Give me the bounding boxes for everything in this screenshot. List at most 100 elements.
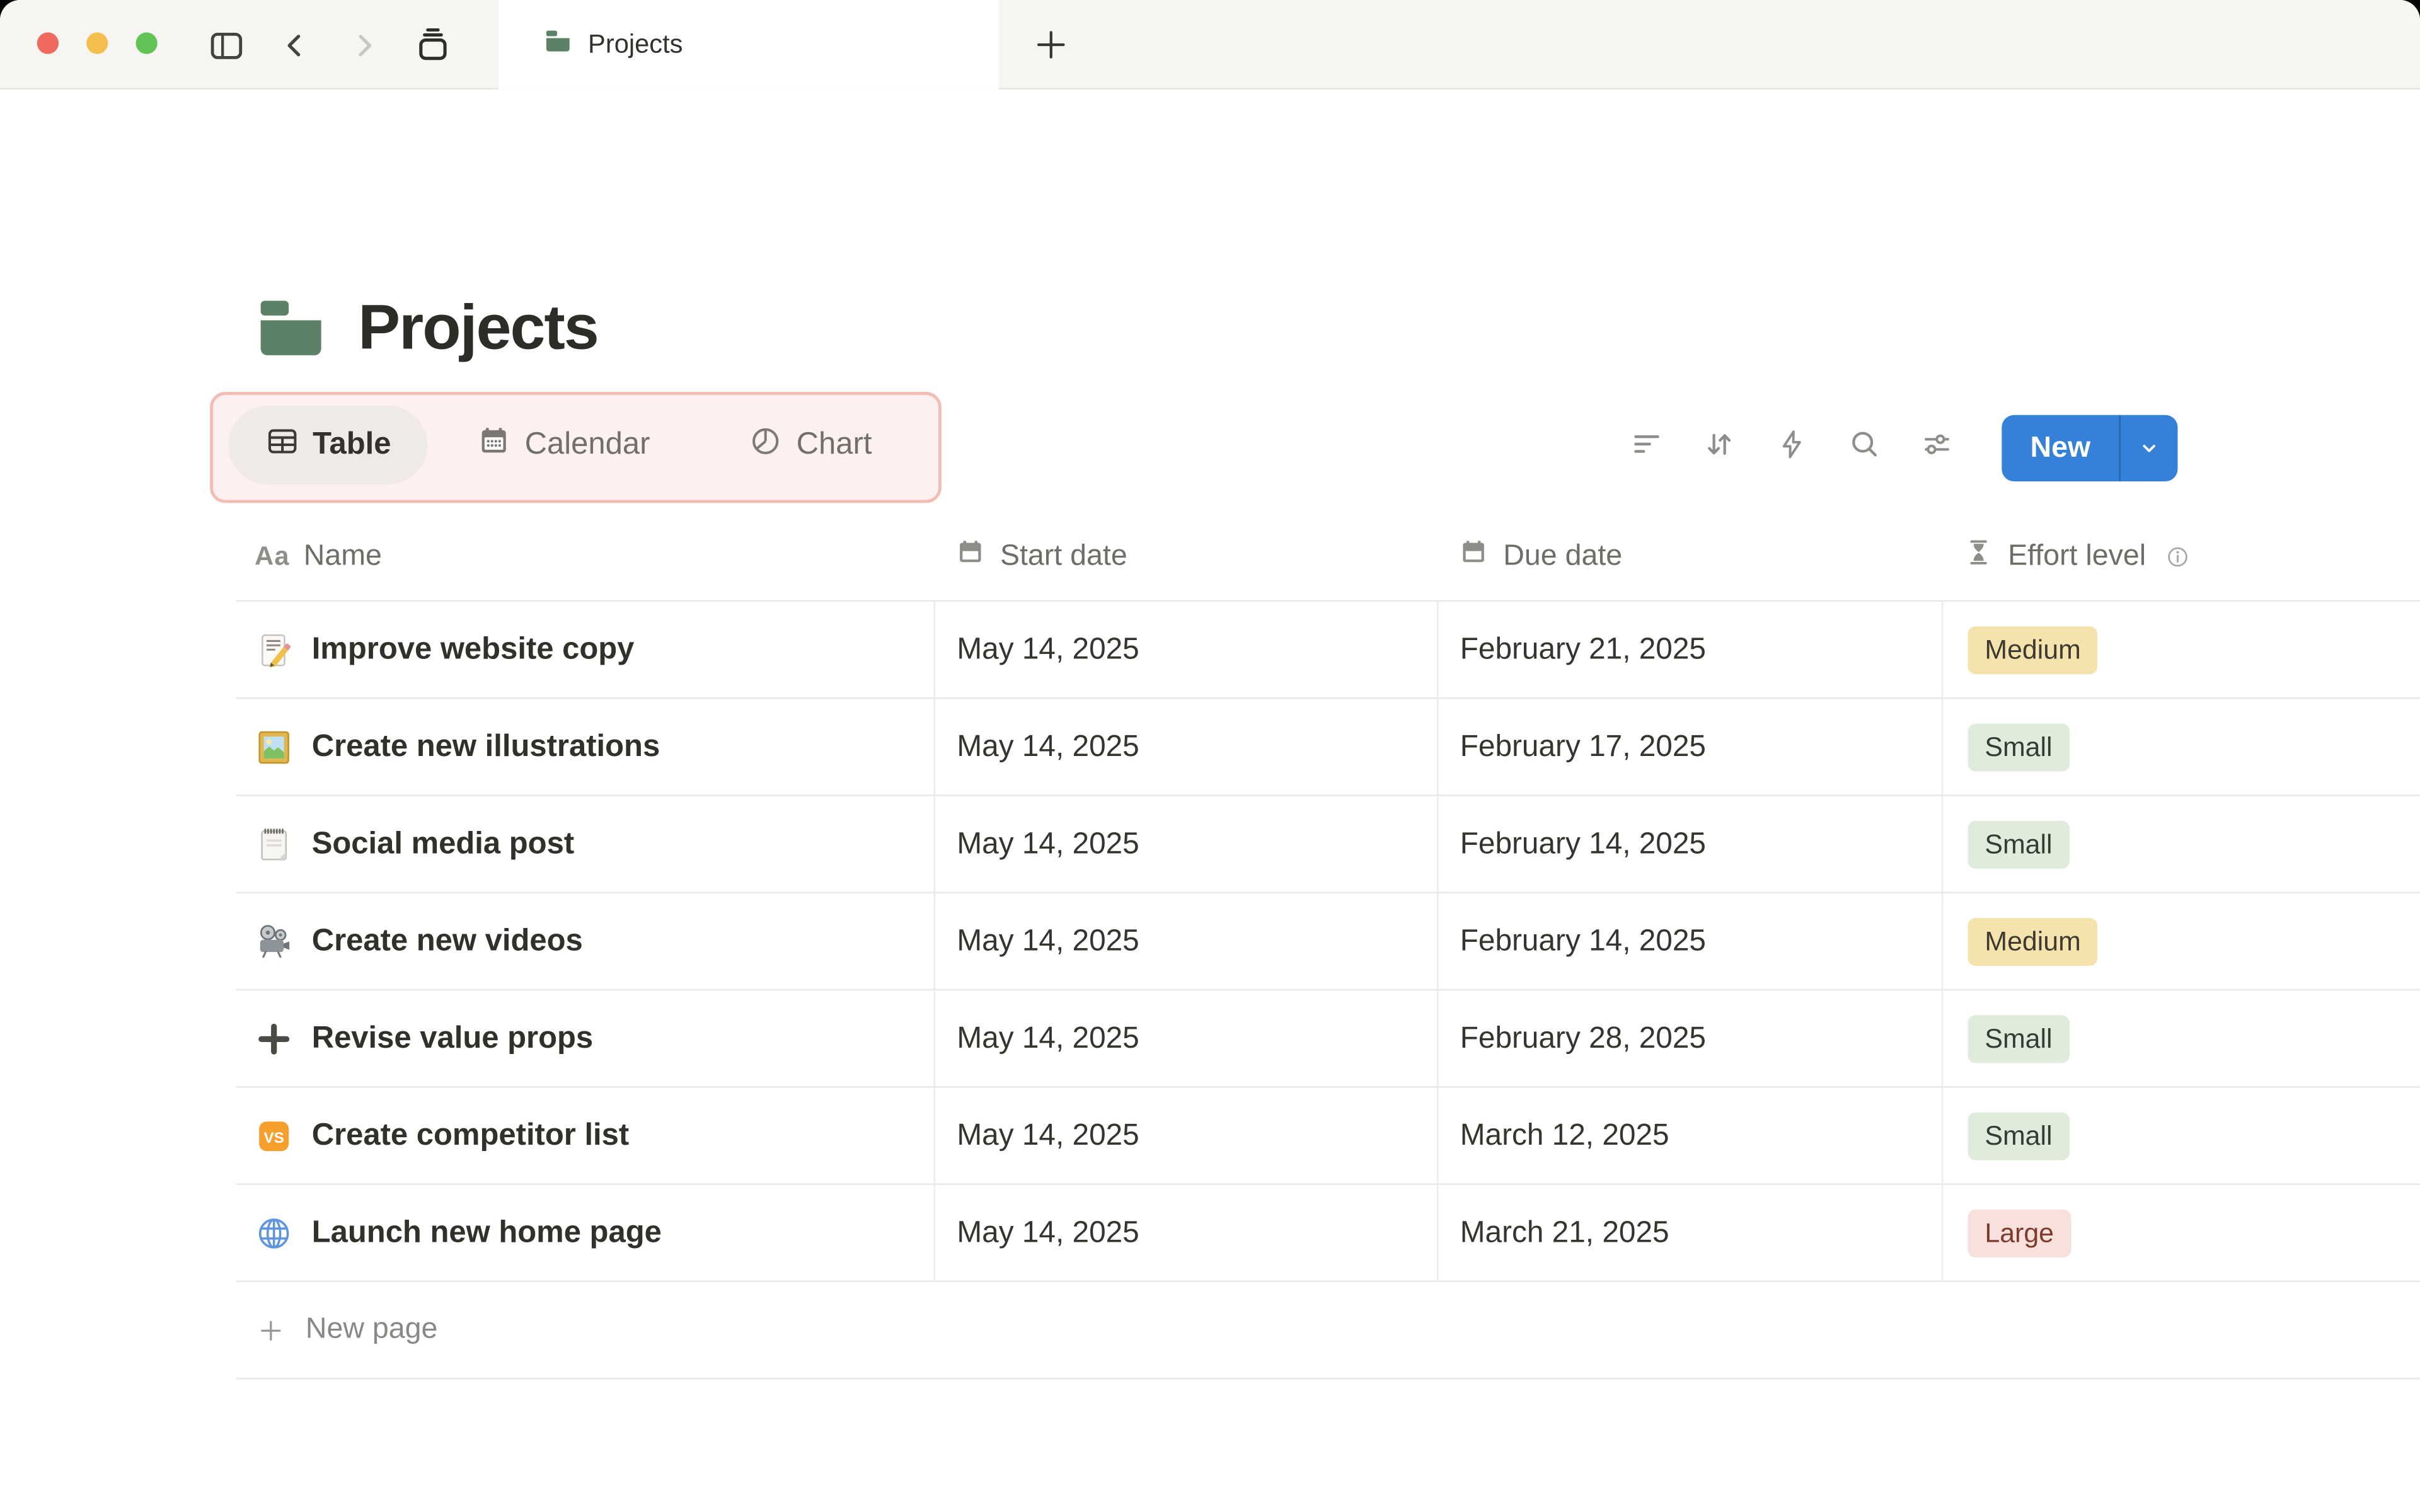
column-header-due-date[interactable]: Due date [1437, 512, 1942, 600]
cell-due-date[interactable]: February 21, 2025 [1437, 602, 1942, 697]
new-page-label: New page [305, 1313, 438, 1346]
table-row[interactable]: Create new illustrations May 14, 2025 Fe… [236, 699, 2420, 796]
desktop: Projects Projects Table Calendar Chart N… [0, 0, 2420, 1512]
filter-icon[interactable] [1630, 427, 1664, 469]
notion-window: Projects Projects Table Calendar Chart N… [0, 0, 2420, 1512]
plus-icon [261, 1320, 281, 1340]
database-toolbar: New [1630, 415, 2178, 482]
calendar-view-icon [477, 424, 511, 466]
view-tab-calendar[interactable]: Calendar [477, 406, 650, 484]
cell-name[interactable]: Create new videos [236, 893, 934, 989]
minimize-window-button[interactable] [86, 32, 108, 54]
plus-icon [258, 1022, 290, 1054]
cell-effort-level[interactable]: Large [1941, 1184, 2420, 1281]
vs-icon: VS [259, 1120, 289, 1150]
back-icon[interactable] [278, 27, 313, 62]
tab-title: Projects [588, 29, 683, 59]
framed-picture-icon [258, 730, 289, 764]
window-controls [37, 32, 158, 54]
view-tab-label: Chart [796, 427, 872, 462]
cell-start-date[interactable]: May 14, 2025 [933, 699, 1437, 795]
table-row[interactable]: Social media post May 14, 2025 February … [236, 796, 2420, 893]
cell-effort-level[interactable]: Small [1941, 699, 2420, 795]
calendar-icon [1458, 536, 1489, 576]
column-header-effort-level[interactable]: Effort level [1942, 512, 2420, 600]
sidebar-toggle-icon[interactable] [207, 25, 245, 64]
effort-badge: Small [1968, 723, 2070, 771]
cell-name[interactable]: Revise value props [236, 990, 934, 1086]
tabs-overview-icon[interactable] [413, 25, 452, 64]
search-icon[interactable] [1847, 427, 1881, 469]
column-header-start-date[interactable]: Start date [934, 512, 1437, 600]
new-page-button[interactable]: New page [236, 1282, 2420, 1380]
cell-start-date[interactable]: May 14, 2025 [933, 796, 1437, 892]
cell-due-date[interactable]: February 17, 2025 [1437, 699, 1942, 795]
effort-badge: Large [1968, 1208, 2071, 1257]
table-row[interactable]: Create new videos May 14, 2025 February … [236, 893, 2420, 991]
view-settings-icon[interactable] [1920, 427, 1954, 469]
title-bar: Projects [0, 0, 2420, 90]
cell-due-date[interactable]: March 12, 2025 [1437, 1087, 1942, 1184]
page-title-text: Revise value props [311, 1021, 594, 1055]
view-tab-chart[interactable]: Chart [749, 406, 872, 484]
zoom-window-button[interactable] [135, 32, 158, 54]
sort-icon[interactable] [1702, 427, 1736, 469]
memo-icon [262, 633, 291, 667]
cell-start-date[interactable]: May 14, 2025 [933, 893, 1437, 989]
forward-icon[interactable] [346, 27, 381, 62]
cell-name[interactable]: Create new illustrations [236, 699, 934, 794]
new-button[interactable]: New [2002, 415, 2119, 481]
info-icon[interactable] [2165, 542, 2192, 570]
new-button-group: New [2002, 415, 2178, 482]
page-icon-folder[interactable] [253, 290, 329, 373]
effort-badge: Small [1968, 1111, 2070, 1160]
cell-effort-level[interactable]: Small [1941, 1087, 2420, 1184]
cell-start-date[interactable]: May 14, 2025 [933, 1184, 1437, 1281]
cell-name[interactable]: Social media post [236, 796, 934, 892]
close-window-button[interactable] [37, 32, 59, 54]
hourglass-icon [1963, 536, 1994, 576]
globe-icon [258, 1218, 289, 1248]
cell-name[interactable]: Improve website copy [236, 602, 934, 697]
view-tab-label: Calendar [524, 427, 650, 462]
cell-effort-level[interactable]: Small [1941, 796, 2420, 892]
cell-due-date[interactable]: February 14, 2025 [1437, 796, 1942, 892]
view-tab-table[interactable]: Table [228, 406, 428, 484]
table-row[interactable]: Launch new home page May 14, 2025 March … [236, 1184, 2420, 1283]
svg-text:VS: VS [263, 1129, 284, 1146]
table-row[interactable]: Revise value props May 14, 2025 February… [236, 990, 2420, 1088]
cell-due-date[interactable]: February 28, 2025 [1437, 990, 1942, 1087]
effort-badge: Medium [1968, 626, 2098, 673]
page-title-text: Improve website copy [311, 631, 635, 666]
cell-start-date[interactable]: May 14, 2025 [933, 990, 1437, 1087]
column-header-label: Effort level [2008, 539, 2146, 572]
cell-name[interactable]: Launch new home page [236, 1185, 934, 1281]
pie-chart-icon [749, 424, 783, 466]
cell-effort-level[interactable]: Medium [1941, 893, 2420, 989]
tab-projects[interactable]: Projects [498, 0, 999, 90]
cell-start-date[interactable]: May 14, 2025 [933, 1087, 1437, 1184]
column-header-label: Due date [1503, 539, 1623, 572]
cell-due-date[interactable]: March 21, 2025 [1437, 1184, 1942, 1281]
table-header-row: Aa Name Start date Due date Effort level [236, 512, 2420, 602]
column-header-name[interactable]: Aa Name [236, 512, 934, 600]
page-title[interactable]: Projects [358, 290, 599, 365]
cell-due-date[interactable]: February 14, 2025 [1437, 893, 1942, 989]
new-button-dropdown[interactable] [2121, 415, 2178, 481]
cell-name[interactable]: VS Create competitor list [236, 1088, 934, 1184]
titlebar-nav [207, 25, 452, 65]
cell-effort-level[interactable]: Medium [1941, 602, 2420, 697]
column-header-label: Name [303, 539, 382, 572]
folder-icon [543, 26, 573, 64]
projects-table: Aa Name Start date Due date Effort level… [236, 512, 2420, 1380]
effort-badge: Small [1968, 1014, 2070, 1063]
page-title-text: Social media post [311, 826, 575, 861]
page-title-text: Launch new home page [311, 1215, 662, 1249]
cell-start-date[interactable]: May 14, 2025 [933, 602, 1437, 697]
new-tab-icon[interactable] [1031, 25, 1071, 72]
page-title-text: Create new videos [311, 923, 583, 958]
table-row[interactable]: VS Create competitor list May 14, 2025 M… [236, 1087, 2420, 1185]
lightning-icon[interactable] [1775, 427, 1809, 469]
cell-effort-level[interactable]: Small [1941, 990, 2420, 1087]
table-row[interactable]: Improve website copy May 14, 2025 Februa… [236, 602, 2420, 699]
